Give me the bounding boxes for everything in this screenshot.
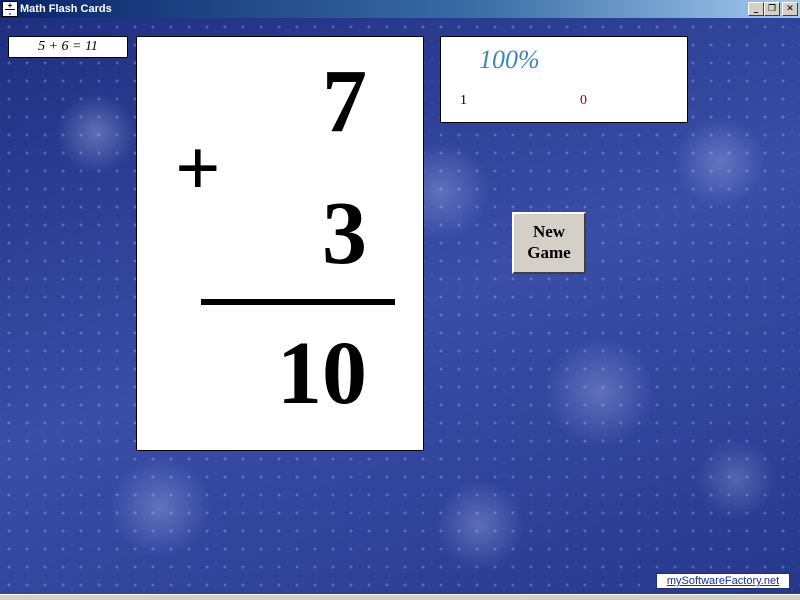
bottom-operand: 3 [322,184,367,283]
minimize-button[interactable]: _ [748,2,764,16]
restore-button[interactable]: ❐ [764,2,780,16]
flash-card: 7 + 3 10 [136,36,424,451]
website-link[interactable]: mySoftwareFactory.net [656,573,790,589]
fractal-background: 5 + 6 = 11 7 + 3 10 100% 1 0 New Game my… [0,18,800,594]
top-operand: 7 [322,52,367,151]
new-game-label-line2: Game [527,243,571,262]
incorrect-count: 0 [580,93,587,108]
correct-count: 1 [460,93,467,108]
score-percent: 100% [479,45,540,74]
minimize-icon: _ [753,4,759,14]
window-title: Math Flash Cards [20,3,112,15]
app-window: + - Math Flash Cards _ ❐ ✕ 5 + 6 = 11 7 +… [0,0,800,600]
answer-value[interactable]: 10 [277,329,367,419]
last-problem-display: 5 + 6 = 11 [8,36,128,58]
window-bottom-border [0,594,800,600]
restore-icon: ❐ [767,4,777,14]
close-button[interactable]: ✕ [782,2,798,16]
new-game-label-line1: New [532,222,566,241]
operator-sign: + [175,125,221,213]
close-icon: ✕ [786,4,794,14]
title-bar[interactable]: + - Math Flash Cards _ ❐ ✕ [0,0,800,18]
flash-card-fraction-icon[interactable]: + - [2,1,18,17]
new-game-button[interactable]: New Game [512,212,586,274]
answer-divider-line [201,299,395,305]
score-panel: 100% 1 0 [440,36,688,123]
